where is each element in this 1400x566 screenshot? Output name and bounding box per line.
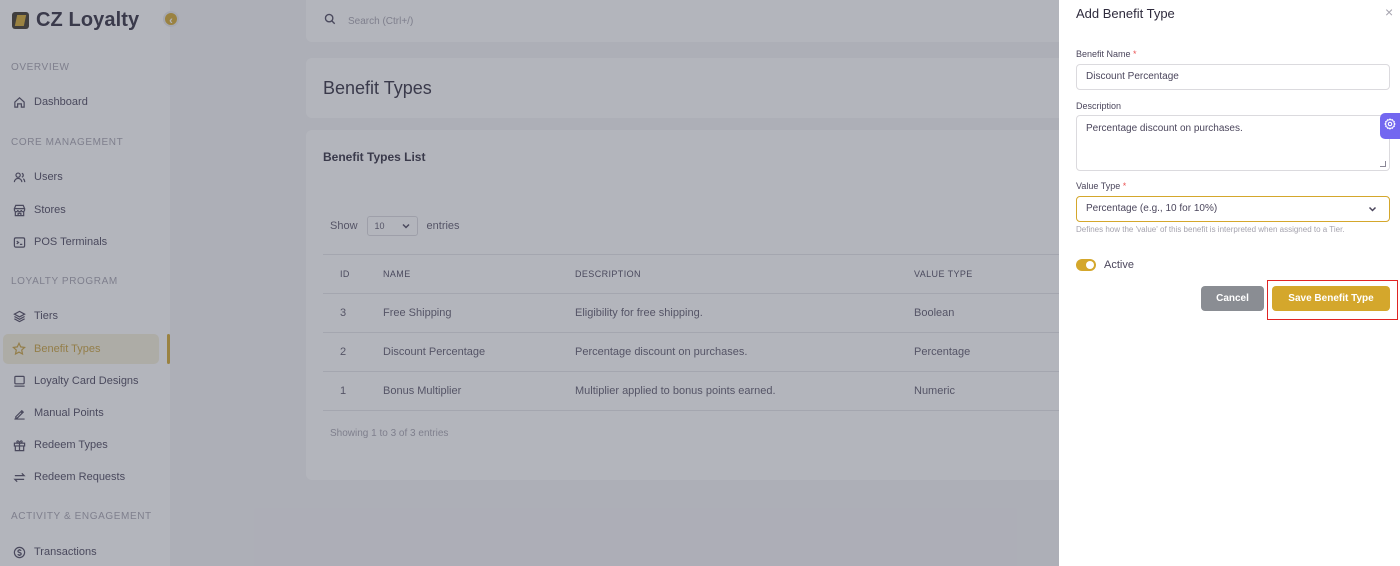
benefit-name-label: Benefit Name * bbox=[1076, 49, 1137, 59]
drawer-title: Add Benefit Type bbox=[1076, 6, 1175, 21]
required-mark: * bbox=[1133, 49, 1137, 59]
active-toggle-row: Active bbox=[1076, 259, 1134, 271]
description-value: Percentage discount on purchases. bbox=[1086, 123, 1243, 134]
value-type-label: Value Type * bbox=[1076, 181, 1126, 191]
description-label: Description bbox=[1076, 101, 1122, 111]
cancel-button[interactable]: Cancel bbox=[1201, 286, 1264, 311]
value-type-help: Defines how the 'value' of this benefit … bbox=[1076, 225, 1345, 234]
active-toggle[interactable] bbox=[1076, 259, 1096, 271]
customizer-toggle[interactable] bbox=[1380, 113, 1400, 139]
benefit-name-label-text: Benefit Name bbox=[1076, 49, 1131, 59]
close-icon[interactable]: × bbox=[1385, 4, 1393, 20]
modal-backdrop[interactable] bbox=[0, 0, 1059, 566]
resize-handle-icon[interactable] bbox=[1380, 161, 1386, 167]
benefit-name-input[interactable]: Discount Percentage bbox=[1076, 64, 1390, 90]
value-type-select[interactable]: Percentage (e.g., 10 for 10%) bbox=[1076, 196, 1390, 222]
value-type-value: Percentage (e.g., 10 for 10%) bbox=[1086, 203, 1218, 214]
highlight-box bbox=[1267, 280, 1398, 320]
gear-icon bbox=[1384, 117, 1396, 135]
value-type-label-text: Value Type bbox=[1076, 181, 1121, 191]
required-mark: * bbox=[1122, 181, 1127, 191]
active-label: Active bbox=[1104, 259, 1134, 271]
description-textarea[interactable]: Percentage discount on purchases. bbox=[1076, 115, 1390, 171]
add-benefit-type-drawer: Add Benefit Type × Benefit Name * Discou… bbox=[1059, 0, 1400, 566]
